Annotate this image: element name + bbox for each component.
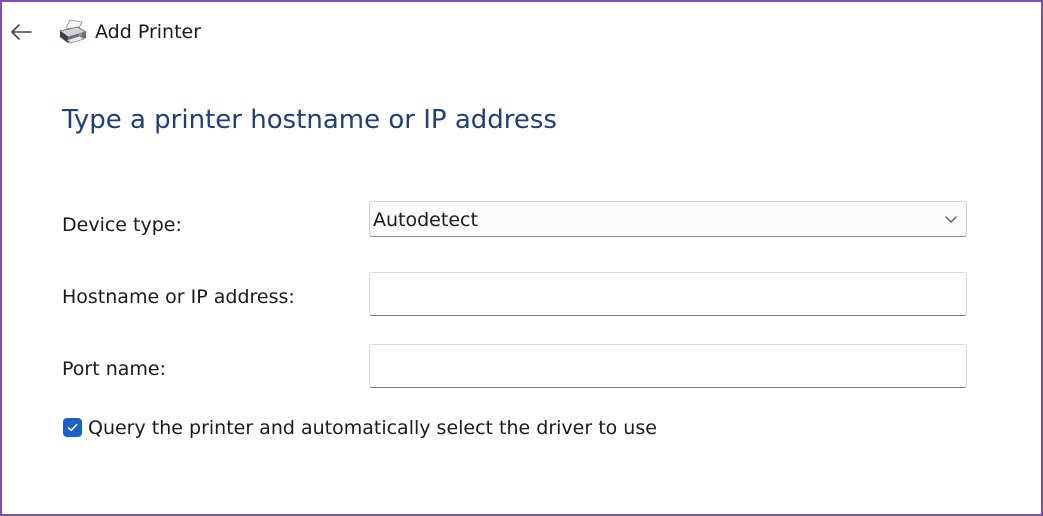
- device-type-label: Device type:: [62, 214, 182, 236]
- query-printer-checkbox[interactable]: [63, 418, 82, 437]
- printer-icon: [59, 19, 87, 44]
- query-printer-label[interactable]: Query the printer and automatically sele…: [88, 416, 657, 440]
- back-button[interactable]: [6, 17, 36, 47]
- hostname-input[interactable]: [369, 272, 967, 316]
- chevron-down-icon: [945, 216, 957, 223]
- back-arrow-icon: [11, 24, 32, 40]
- hostname-label: Hostname or IP address:: [62, 286, 295, 308]
- port-name-input[interactable]: [369, 344, 967, 388]
- title-bar: Add Printer: [2, 2, 1041, 62]
- device-type-selected-value: Autodetect: [373, 209, 478, 231]
- device-type-select[interactable]: Autodetect: [369, 201, 967, 237]
- checkmark-icon: [67, 423, 78, 432]
- port-name-label: Port name:: [62, 358, 166, 380]
- window-title: Add Printer: [95, 21, 202, 43]
- page-heading: Type a printer hostname or IP address: [62, 105, 557, 135]
- add-printer-window: Add Printer Type a printer hostname or I…: [0, 0, 1043, 516]
